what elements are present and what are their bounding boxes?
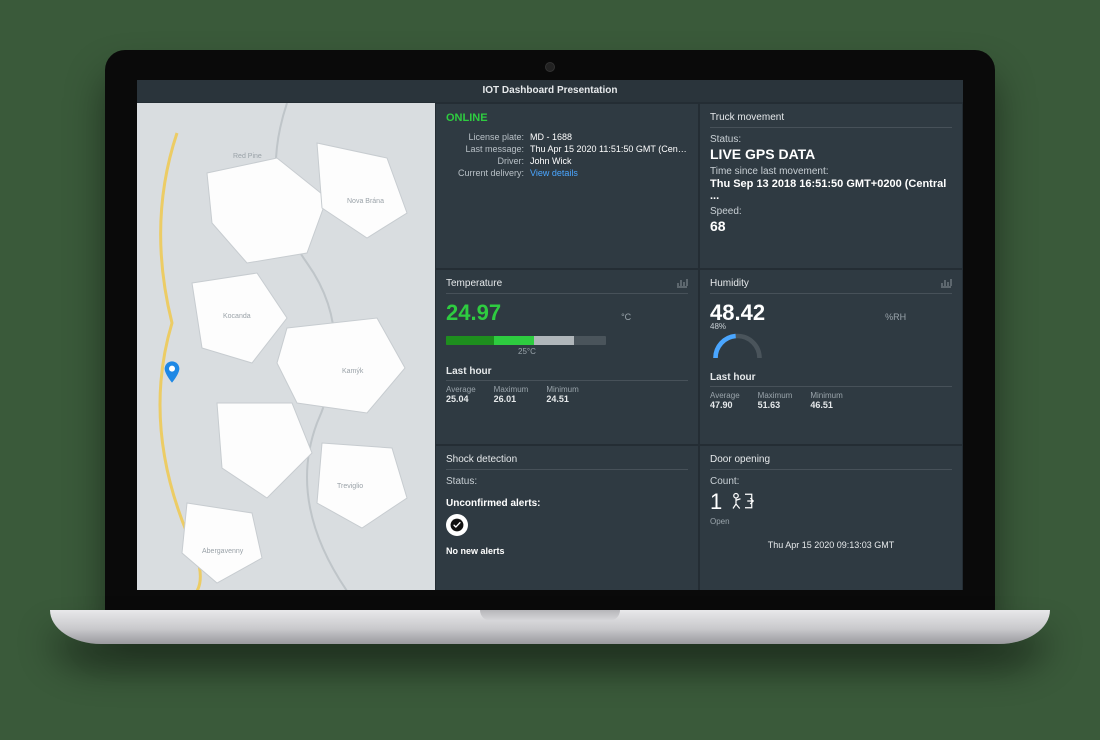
humidity-stats: Average47.90 Maximum51.63 Minimum46.51 bbox=[710, 391, 952, 410]
license-plate-label: License plate: bbox=[446, 132, 524, 142]
truck-status-value: LIVE GPS DATA bbox=[710, 146, 952, 162]
truck-since-label: Time since last movement: bbox=[710, 166, 952, 177]
check-circle-icon bbox=[446, 514, 468, 536]
truck-since-value: Thu Sep 13 2018 16:51:50 GMT+0200 (Centr… bbox=[710, 178, 952, 202]
last-message-value: Thu Apr 15 2020 11:51:50 GMT (Central Eu… bbox=[530, 144, 688, 154]
truck-speed-label: Speed: bbox=[710, 206, 952, 217]
svg-text:Abergavenny: Abergavenny bbox=[202, 548, 244, 555]
humidity-max: 51.63 bbox=[758, 400, 781, 410]
dashboard-panels: ONLINE License plate: MD - 1688 Last mess… bbox=[435, 103, 963, 590]
temperature-stats: Average25.04 Maximum26.01 Minimum24.51 bbox=[446, 385, 688, 404]
temperature-bar bbox=[446, 336, 606, 345]
temperature-avg: 25.04 bbox=[446, 394, 469, 404]
temperature-title: Temperature bbox=[446, 278, 688, 294]
chart-icon[interactable] bbox=[676, 278, 688, 291]
svg-text:Treviglio: Treviglio bbox=[337, 483, 363, 490]
temperature-value: 24.97 bbox=[446, 300, 501, 325]
shock-title: Shock detection bbox=[446, 454, 688, 470]
map-illustration: Red Pine Nova Brána Kocanda Kamýk Aberga… bbox=[137, 103, 435, 590]
truck-movement-card: Truck movement Status: LIVE GPS DATA Tim… bbox=[699, 103, 963, 269]
screen-bezel: IOT Dashboard Presentation bbox=[105, 50, 995, 615]
online-status: ONLINE bbox=[446, 112, 688, 124]
svg-text:Kamýk: Kamýk bbox=[342, 368, 364, 375]
title-bar: IOT Dashboard Presentation bbox=[137, 80, 963, 103]
license-plate-value: MD - 1688 bbox=[530, 132, 688, 142]
laptop-frame: IOT Dashboard Presentation bbox=[105, 50, 995, 670]
driver-label: Driver: bbox=[446, 156, 524, 166]
temperature-min: 24.51 bbox=[546, 394, 569, 404]
humidity-gauge-label: 48% bbox=[710, 322, 726, 331]
humidity-avg: 47.90 bbox=[710, 400, 733, 410]
shock-status-label: Status: bbox=[446, 476, 688, 487]
truck-status-label: Status: bbox=[710, 134, 952, 145]
door-opening-card: Door opening Count: 1 Open Thu Apr 15 20… bbox=[699, 445, 963, 590]
svg-text:Kocanda: Kocanda bbox=[223, 313, 251, 320]
temperature-lasthour-title: Last hour bbox=[446, 366, 688, 381]
current-delivery-label: Current delivery: bbox=[446, 168, 524, 178]
truck-speed-value: 68 bbox=[710, 218, 952, 234]
door-count-value: 1 bbox=[710, 489, 722, 515]
svg-text:Nova Brána: Nova Brána bbox=[347, 198, 384, 205]
humidity-unit: %RH bbox=[885, 312, 906, 322]
truck-movement-title: Truck movement bbox=[710, 112, 952, 128]
shock-footer: No new alerts bbox=[446, 546, 688, 556]
temperature-unit: °C bbox=[621, 312, 631, 322]
shock-detection-card: Shock detection Status: Unconfirmed aler… bbox=[435, 445, 699, 590]
humidity-lasthour-title: Last hour bbox=[710, 372, 952, 387]
humidity-gauge: 48% bbox=[710, 332, 765, 362]
temperature-bar-label: 25°C bbox=[518, 347, 688, 356]
camera-dot bbox=[545, 62, 555, 72]
humidity-card: Humidity 48.42%RH 48% Last hour Average4… bbox=[699, 269, 963, 445]
chart-icon[interactable] bbox=[940, 278, 952, 291]
svg-text:Red Pine: Red Pine bbox=[233, 153, 262, 160]
temperature-card: Temperature 24.97 °C 25°C Last hour Avera… bbox=[435, 269, 699, 445]
door-state: Open bbox=[710, 517, 952, 526]
humidity-min: 46.51 bbox=[810, 400, 833, 410]
app-body: Red Pine Nova Brána Kocanda Kamýk Aberga… bbox=[137, 103, 963, 590]
vehicle-info-card: ONLINE License plate: MD - 1688 Last mess… bbox=[435, 103, 699, 269]
temperature-max: 26.01 bbox=[494, 394, 517, 404]
door-count-label: Count: bbox=[710, 476, 952, 487]
driver-value: John Wick bbox=[530, 156, 688, 166]
map-panel[interactable]: Red Pine Nova Brána Kocanda Kamýk Aberga… bbox=[137, 103, 435, 590]
app-screen: IOT Dashboard Presentation bbox=[137, 80, 963, 590]
laptop-base bbox=[50, 610, 1050, 644]
current-delivery-link[interactable]: View details bbox=[530, 168, 688, 178]
door-title: Door opening bbox=[710, 454, 952, 470]
laptop-notch bbox=[480, 610, 620, 621]
humidity-title: Humidity bbox=[710, 278, 952, 294]
shock-unconfirmed-label: Unconfirmed alerts: bbox=[446, 498, 688, 509]
last-message-label: Last message: bbox=[446, 144, 524, 154]
door-exit-icon bbox=[730, 491, 754, 514]
door-timestamp: Thu Apr 15 2020 09:13:03 GMT bbox=[710, 540, 952, 550]
